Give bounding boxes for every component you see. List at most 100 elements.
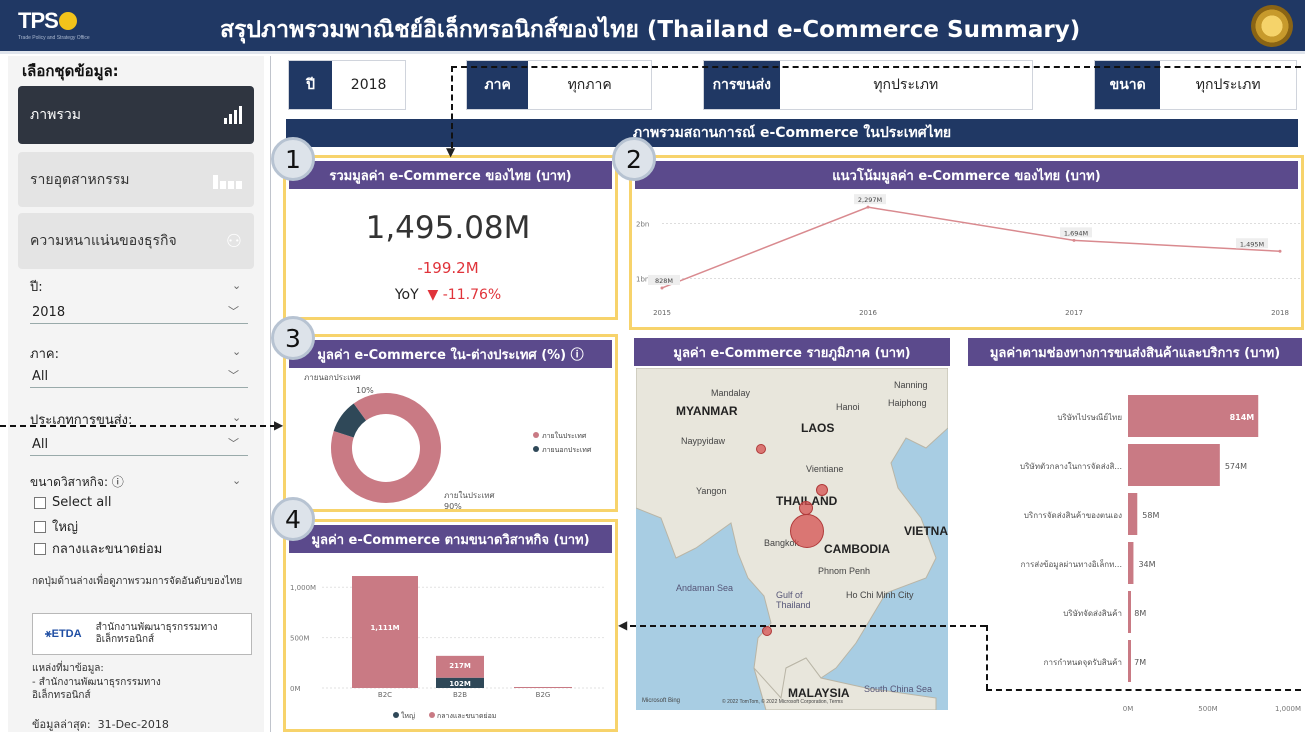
category-label: บริษัทจัดส่งสินค้า bbox=[1063, 609, 1122, 618]
ministry-seal-icon bbox=[1251, 5, 1293, 47]
ranking-hint: กดปุ่มด้านล่างเพื่อดูภาพรวมการจัดอันดับข… bbox=[32, 576, 243, 587]
value-label: 8M bbox=[1134, 609, 1146, 618]
chevron-down-icon: ﹀ bbox=[228, 369, 239, 382]
region-bubble[interactable] bbox=[756, 444, 766, 454]
data-label: 1,111M bbox=[370, 624, 399, 632]
domestic-foreign-donut-chart: ภายนอกประเทศ 10% ภายในประเทศ 90% ภายในประเทศ… bbox=[304, 373, 592, 510]
slice-value-label: 90% bbox=[444, 502, 462, 510]
x-tick-label: 2015 bbox=[653, 309, 671, 317]
arrow-left-icon: ◀ bbox=[618, 618, 628, 632]
trend-title: แนวโน้มมูลค่า e-Commerce ของไทย (บาท) bbox=[635, 161, 1298, 189]
chevron-down-icon: ﹀ bbox=[228, 437, 239, 450]
etda-link-button[interactable]: ⚹ETDA สำนักงานพัฒนาธุรกรรมทางอิเล็กทรอนิ… bbox=[32, 613, 252, 655]
legend-label: กลางและขนาดย่อม bbox=[437, 712, 496, 720]
kpi-title: รวมมูลค่า e-Commerce ของไทย (บาท) bbox=[289, 161, 612, 189]
region-map[interactable]: Mandalay MYANMAR Hanoi Haiphong Nanning … bbox=[636, 368, 948, 710]
section-title: ภาพรวมสถานการณ์ e-Commerce ในประเทศไทย bbox=[286, 119, 1298, 147]
y-tick-label: 0M bbox=[290, 685, 301, 693]
transport-bar bbox=[1128, 542, 1134, 584]
bar-chart-icon bbox=[224, 106, 242, 124]
page-title: สรุปภาพรวมพาณิชย์อิเล็กทรอนิกส์ของไทย (T… bbox=[220, 17, 1081, 43]
kpi-value: 1,495.08M bbox=[365, 210, 531, 246]
x-tick-label: 2018 bbox=[1271, 309, 1289, 317]
trend-point bbox=[866, 205, 870, 209]
data-label: 828M bbox=[655, 277, 673, 285]
chevron-up-icon[interactable]: ⌄ bbox=[232, 411, 241, 424]
size-option-large[interactable]: ใหญ่ bbox=[34, 516, 78, 537]
data-label: 2,297M bbox=[858, 196, 882, 204]
y-tick-label: 1bn bbox=[636, 276, 649, 284]
slice-category-label: ภายในประเทศ bbox=[444, 491, 495, 500]
chevron-down-icon: ﹀ bbox=[228, 305, 239, 318]
x-tick-label: 2016 bbox=[859, 309, 877, 317]
region-bubble[interactable] bbox=[790, 514, 824, 548]
badge-2: 2 bbox=[612, 137, 656, 181]
annotation-line bbox=[0, 425, 276, 427]
category-label: การส่งข้อมูลผ่านทางอิเล็กท... bbox=[1021, 559, 1122, 570]
checkbox[interactable] bbox=[34, 520, 46, 533]
kpi-change: -199.2M bbox=[417, 259, 479, 277]
badge-4: 4 bbox=[271, 497, 315, 541]
year-filter-select[interactable]: 2018 bbox=[30, 302, 248, 324]
chevron-up-icon[interactable]: ⌄ bbox=[232, 279, 241, 292]
nav-label: ความหนาแน่นของธุรกิจ bbox=[30, 232, 177, 249]
checkbox[interactable] bbox=[34, 496, 46, 509]
data-label: 217M bbox=[449, 662, 471, 670]
data-label: 1,694M bbox=[1064, 229, 1088, 237]
nav-label: รายอุตสาหกรรม bbox=[30, 171, 130, 188]
year-filter-chip[interactable]: ปี 2018 bbox=[288, 60, 406, 110]
size-filter-label: ขนาดวิสาหกิจ: ⓘ bbox=[30, 475, 124, 489]
checkbox[interactable] bbox=[34, 542, 46, 555]
category-label: การกำหนดจุดรับสินค้า bbox=[1044, 658, 1122, 667]
trend-series-line bbox=[661, 206, 1281, 289]
value-label: 7M bbox=[1134, 658, 1146, 667]
legend-marker bbox=[533, 432, 539, 438]
badge-3: 3 bbox=[271, 316, 315, 360]
stacked-bar-segment bbox=[352, 576, 418, 688]
etda-logo: ⚹ETDA bbox=[45, 627, 82, 640]
tps-logo: TPS Trade Policy and Strategy Office bbox=[18, 8, 90, 41]
nav-density-button[interactable]: ความหนาแน่นของธุรกิจ ⚇ bbox=[18, 213, 254, 269]
y-tick-label: 2bn bbox=[636, 221, 649, 229]
chevron-up-icon[interactable]: ⌄ bbox=[232, 474, 241, 487]
nav-industry-button[interactable]: รายอุตสาหกรรม bbox=[18, 152, 254, 207]
annotation-line bbox=[451, 66, 453, 148]
trend-point bbox=[1072, 238, 1076, 242]
transport-bar bbox=[1128, 444, 1220, 486]
region-bubble[interactable] bbox=[799, 501, 813, 515]
trend-point bbox=[1278, 249, 1282, 253]
transport-title: มูลค่าตามช่องทางการขนส่งสินค้าและบริการ … bbox=[968, 338, 1302, 366]
kpi-yoy: YoY ▼ -11.76% bbox=[394, 287, 502, 303]
arrow-down-icon: ▼ bbox=[446, 145, 456, 159]
region-filter-label: ภาค: bbox=[30, 347, 59, 362]
data-label: 102M bbox=[449, 680, 471, 688]
chevron-up-icon[interactable]: ⌄ bbox=[232, 345, 241, 358]
factory-icon bbox=[213, 171, 242, 189]
x-tick-label: 1,000M bbox=[1275, 705, 1301, 713]
annotation-line bbox=[451, 66, 1301, 68]
size-title: มูลค่า e-Commerce ตามขนาดวิสาหกิจ (บาท) bbox=[289, 525, 612, 553]
x-tick-label: B2B bbox=[453, 691, 467, 699]
annotation-line bbox=[986, 625, 988, 690]
nav-overview-button[interactable]: ภาพรวม bbox=[18, 86, 254, 144]
legend-marker bbox=[393, 712, 399, 718]
source-text: - สำนักงานพัฒนาธุรกรรมทางอิเล็กทรอนิกส์ bbox=[32, 677, 161, 701]
arrow-right-icon: ▶ bbox=[274, 418, 284, 432]
region-filter-select[interactable]: All bbox=[30, 366, 248, 388]
x-tick-label: 2017 bbox=[1065, 309, 1083, 317]
legend-marker bbox=[429, 712, 435, 718]
value-label: 814M bbox=[1230, 413, 1255, 422]
donut-title: มูลค่า e-Commerce ใน-ต่างประเทศ (%) ⓘ bbox=[289, 340, 612, 368]
year-filter-label: ปี: bbox=[30, 280, 43, 295]
last-updated: ข้อมูลล่าสุด: 31-Dec-2018 bbox=[32, 718, 169, 731]
sidebar-heading: เลือกชุดข้อมูล: bbox=[22, 62, 119, 80]
region-bubble[interactable] bbox=[762, 626, 772, 636]
value-label: 574M bbox=[1225, 462, 1247, 471]
annotation-line bbox=[630, 625, 986, 627]
transport-bar-chart: บริษัทไปรษณีย์ไทย 814M บริษัทตัวกลางในการจ… bbox=[1020, 395, 1301, 713]
size-option-sme[interactable]: กลางและขนาดย่อม bbox=[34, 538, 162, 559]
region-bubble[interactable] bbox=[816, 484, 828, 496]
transport-filter-select[interactable]: All bbox=[30, 434, 248, 456]
value-label: 34M bbox=[1138, 560, 1155, 569]
size-option-select-all[interactable]: Select all bbox=[34, 495, 111, 510]
